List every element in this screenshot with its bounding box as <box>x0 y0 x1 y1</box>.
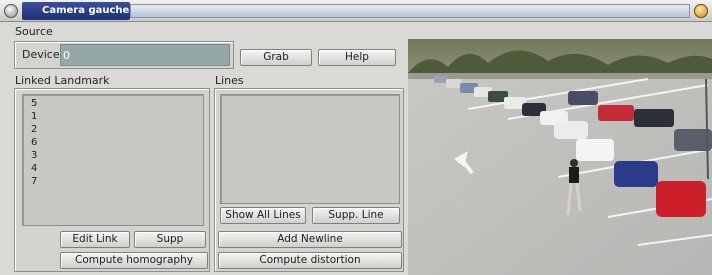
lines-list[interactable] <box>220 94 400 204</box>
compute-distortion-button[interactable]: Compute distortion <box>218 252 402 269</box>
device-field[interactable]: 0 <box>60 44 230 66</box>
list-item[interactable]: 3 <box>31 149 195 162</box>
linked-landmark-label: Linked Landmark <box>15 74 110 87</box>
grab-button[interactable]: Grab <box>240 49 312 66</box>
device-label: Device <box>22 48 60 61</box>
parking-lot-camera-image <box>408 39 712 275</box>
add-newline-button[interactable]: Add Newline <box>218 231 402 248</box>
lines-label: Lines <box>215 74 244 87</box>
list-item[interactable]: 6 <box>31 136 195 149</box>
edit-link-button[interactable]: Edit Link <box>60 231 130 248</box>
list-item[interactable]: 4 <box>31 162 195 175</box>
window-titlebar: Camera gauche <box>0 0 712 22</box>
show-all-lines-button[interactable]: Show All Lines <box>220 207 306 224</box>
camera-view-image[interactable] <box>408 39 712 275</box>
list-item[interactable]: 5 <box>31 97 195 110</box>
window-menu-icon[interactable] <box>4 4 18 18</box>
source-label: Source <box>15 25 53 38</box>
titlebar-stripe <box>130 4 690 18</box>
help-button[interactable]: Help <box>318 49 396 66</box>
window-title: Camera gauche <box>22 2 130 20</box>
list-item[interactable]: 2 <box>31 123 195 136</box>
linked-landmark-list[interactable]: 5126347 <box>22 94 204 226</box>
device-value: 0 <box>63 49 70 62</box>
supp-line-button[interactable]: Supp. Line <box>312 207 400 224</box>
compute-homography-button[interactable]: Compute homography <box>60 252 208 269</box>
list-item[interactable]: 1 <box>31 110 195 123</box>
supp-button[interactable]: Supp <box>134 231 206 248</box>
list-item[interactable]: 7 <box>31 175 195 188</box>
close-icon[interactable] <box>694 4 708 18</box>
